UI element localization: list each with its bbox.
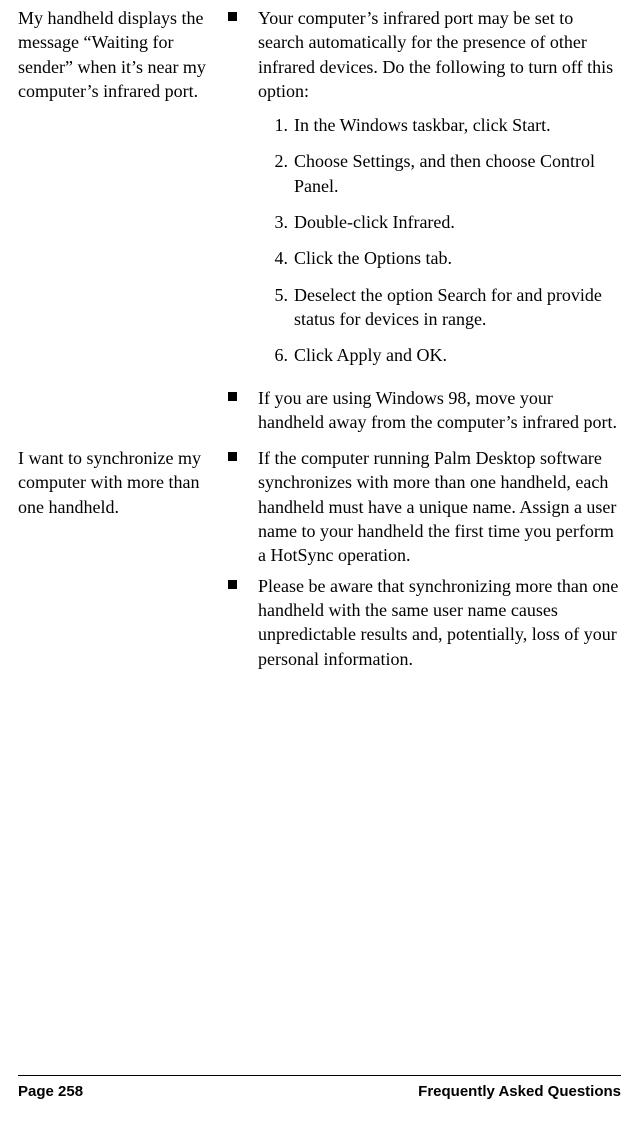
qa-row: My handheld displays the message “Waitin… bbox=[18, 6, 621, 440]
list-item: 1.In the Windows taskbar, click Start. bbox=[272, 113, 621, 137]
bullet-text: Please be aware that synchronizing more … bbox=[258, 574, 621, 671]
footer-line: Page 258 Frequently Asked Questions bbox=[18, 1082, 621, 1102]
bullet-text: If you are using Windows 98, move your h… bbox=[258, 386, 621, 435]
list-item: 5.Deselect the option Search for and pro… bbox=[272, 283, 621, 332]
page-number: Page 258 bbox=[18, 1082, 83, 1102]
step-number: 2. bbox=[272, 149, 294, 173]
square-bullet-icon bbox=[228, 574, 258, 589]
step-number: 4. bbox=[272, 246, 294, 270]
list-item: 4.Click the Options tab. bbox=[272, 246, 621, 270]
step-number: 6. bbox=[272, 343, 294, 367]
square-bullet-icon bbox=[228, 386, 258, 401]
bullet-item: If the computer running Palm Desktop sof… bbox=[228, 446, 621, 567]
step-number: 1. bbox=[272, 113, 294, 137]
square-bullet-icon bbox=[228, 446, 258, 461]
list-item: 2.Choose Settings, and then choose Contr… bbox=[272, 149, 621, 198]
step-text: Double-click Infrared. bbox=[294, 210, 621, 234]
step-number: 3. bbox=[272, 210, 294, 234]
list-item: 6.Click Apply and OK. bbox=[272, 343, 621, 367]
step-number: 5. bbox=[272, 283, 294, 307]
section-title: Frequently Asked Questions bbox=[418, 1082, 621, 1102]
footer-rule bbox=[18, 1075, 621, 1076]
bullet-item: If you are using Windows 98, move your h… bbox=[228, 386, 621, 435]
bullet-item: Please be aware that synchronizing more … bbox=[228, 574, 621, 671]
question-text: My handheld displays the message “Waitin… bbox=[18, 6, 228, 103]
question-text: I want to synchronize my computer with m… bbox=[18, 446, 228, 519]
page-content: My handheld displays the message “Waitin… bbox=[18, 0, 621, 677]
square-bullet-icon bbox=[228, 6, 258, 21]
numbered-list: 1.In the Windows taskbar, click Start. 2… bbox=[258, 113, 621, 367]
step-text: Choose Settings, and then choose Control… bbox=[294, 149, 621, 198]
qa-row: I want to synchronize my computer with m… bbox=[18, 446, 621, 677]
step-text: In the Windows taskbar, click Start. bbox=[294, 113, 621, 137]
step-text: Click Apply and OK. bbox=[294, 343, 621, 367]
step-text: Click the Options tab. bbox=[294, 246, 621, 270]
bullet-text: If the computer running Palm Desktop sof… bbox=[258, 446, 621, 567]
step-text: Deselect the option Search for and provi… bbox=[294, 283, 621, 332]
list-item: 3.Double-click Infrared. bbox=[272, 210, 621, 234]
bullet-paragraph: Your computer’s infrared port may be set… bbox=[258, 8, 613, 101]
answer-block: If the computer running Palm Desktop sof… bbox=[228, 446, 621, 677]
page-footer: Page 258 Frequently Asked Questions bbox=[18, 1075, 621, 1102]
bullet-item: Your computer’s infrared port may be set… bbox=[228, 6, 621, 380]
answer-block: Your computer’s infrared port may be set… bbox=[228, 6, 621, 440]
bullet-text: Your computer’s infrared port may be set… bbox=[258, 6, 621, 380]
